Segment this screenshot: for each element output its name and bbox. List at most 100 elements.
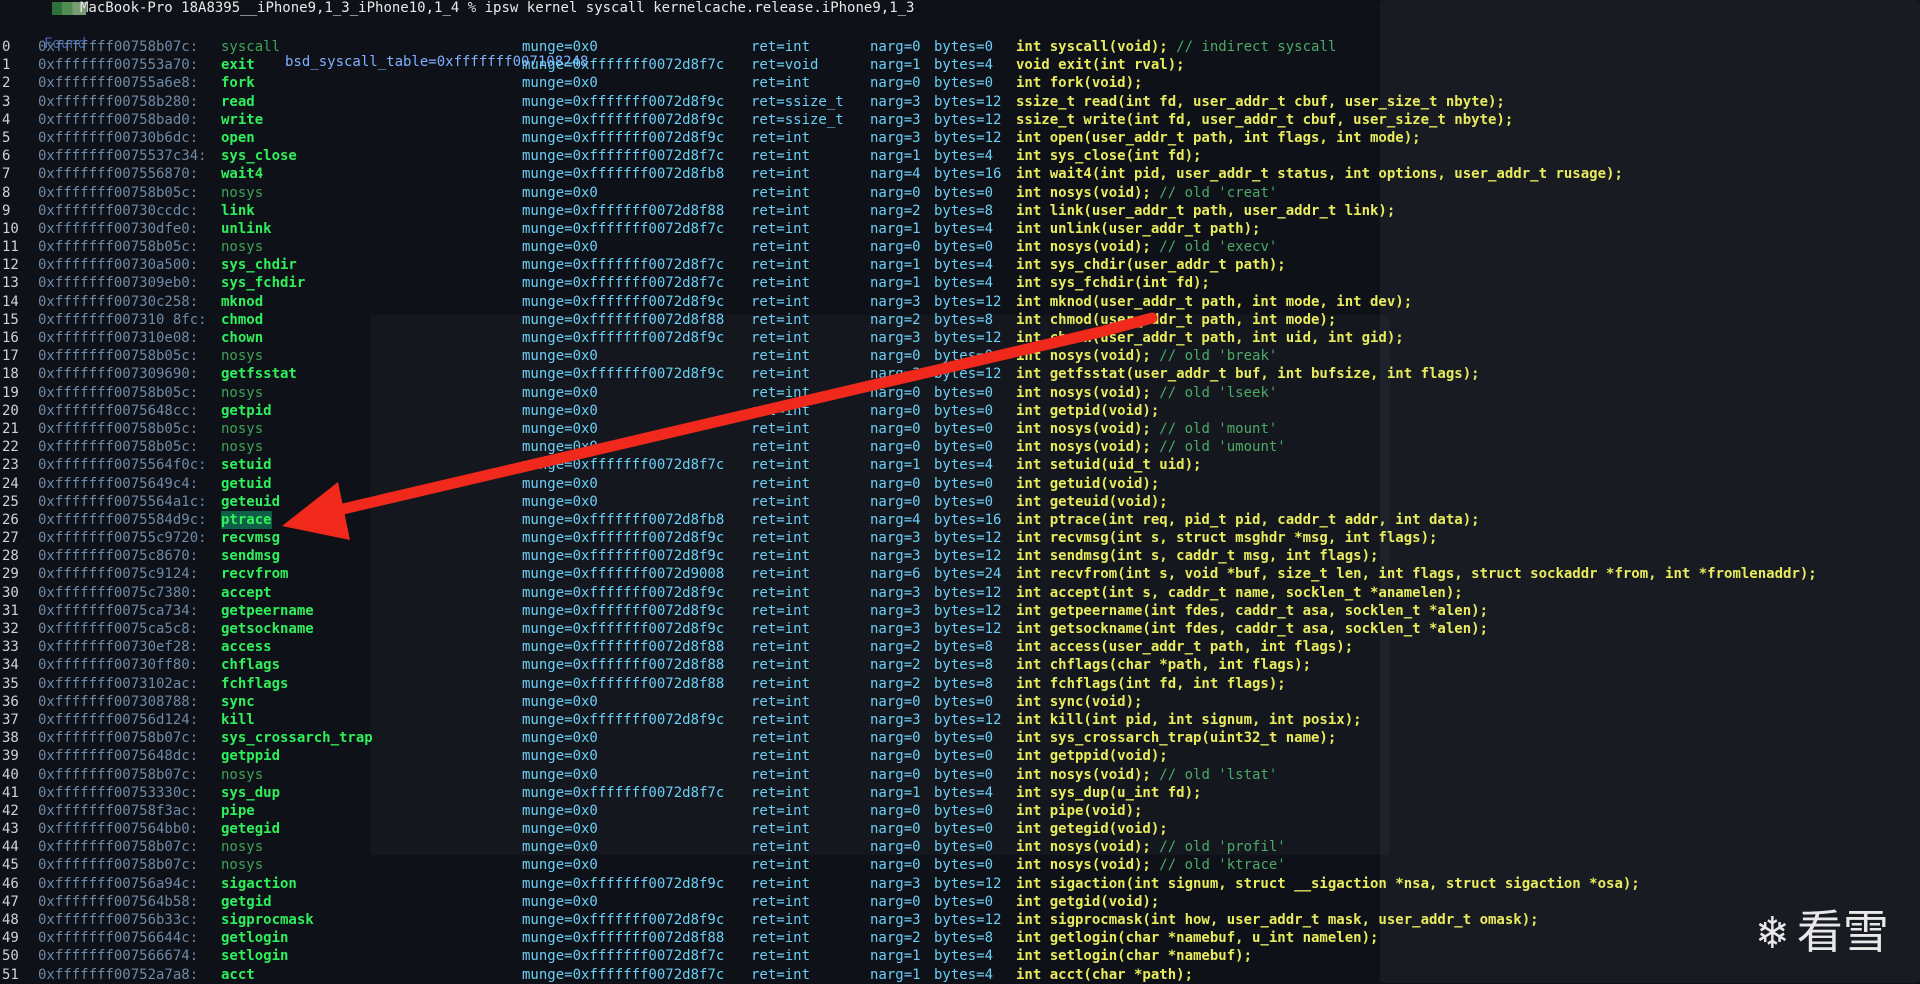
arg-count: narg=1 (870, 220, 921, 237)
prototype-text: int chown(user_addr_t path, int uid, int… (1016, 330, 1404, 346)
arg-bytes: bytes=12 (934, 293, 1002, 310)
return-type: ret=int (751, 311, 811, 328)
row-number: 28 (2, 548, 19, 565)
prototype-text: int sys_close(int fd); (1016, 148, 1202, 165)
arg-count: narg=1 (870, 948, 921, 965)
munge-value: munge=0x0 (522, 748, 598, 765)
syscall-prototype: int recvmsg(int s, struct msghdr *msg, i… (1016, 529, 1437, 547)
arg-count: narg=0 (870, 730, 921, 747)
row-number: 6 (2, 148, 11, 165)
watermark: ❄ 看雪 (1758, 908, 1889, 956)
prototype-text: int getlogin(char *namebuf, u_int namele… (1016, 930, 1379, 947)
prototype-text: int nosys(void); (1016, 348, 1160, 365)
arg-count: narg=1 (870, 457, 921, 474)
syscall-prototype: int sys_crossarch_trap(uint32_t name); (1016, 729, 1336, 747)
arg-count: narg=2 (870, 675, 921, 692)
munge-value: munge=0xfffffff0072d8f7c (522, 57, 725, 74)
return-type: ret=int (751, 748, 811, 765)
arg-bytes: bytes=0 (934, 384, 994, 401)
syscall-address: 0xfffffff0075649c4: (38, 475, 199, 492)
arg-bytes: bytes=12 (934, 366, 1002, 383)
prototype-text: int syscall(void); (1016, 39, 1177, 55)
arg-bytes: bytes=4 (934, 220, 994, 237)
syscall-address: 0xfffffff007564bb0: (38, 821, 199, 838)
arg-count: narg=3 (870, 621, 921, 637)
syscall-name: sendmsg (221, 548, 281, 565)
munge-value: munge=0x0 (522, 239, 598, 256)
arg-bytes: bytes=0 (934, 748, 994, 765)
prototype-text: int sys_chdir(user_addr_t path); (1016, 257, 1286, 274)
syscall-address: 0xfffffff0075c7380: (38, 584, 199, 601)
prototype-comment: // old 'creat' (1159, 184, 1278, 201)
syscall-prototype: int getfsstat(user_addr_t buf, int bufsi… (1016, 365, 1480, 383)
prototype-text: int chmod(user_addr_t path, int mode); (1016, 311, 1337, 328)
syscall-prototype: void exit(int rval); (1016, 56, 1185, 74)
command-text: ipsw kernel syscall kernelcache.release.… (484, 0, 915, 16)
munge-value: munge=0xfffffff0072d8f9c (522, 330, 725, 346)
arg-count: narg=1 (870, 784, 921, 801)
syscall-address: 0xfffffff00758b05c: (38, 420, 199, 437)
return-type: ret=int (751, 893, 811, 910)
row-number: 35 (2, 675, 19, 692)
arg-bytes: bytes=4 (934, 57, 994, 74)
syscall-name: sys_dup (221, 784, 281, 801)
prototype-text: ssize_t read(int fd, user_addr_t cbuf, u… (1016, 93, 1505, 110)
syscall-address: 0xfffffff00758b05c: (38, 184, 199, 201)
arg-count: narg=3 (870, 602, 921, 619)
arg-bytes: bytes=0 (934, 475, 994, 492)
return-type: ret=int (751, 420, 811, 437)
row-number: 44 (2, 839, 19, 856)
prototype-text: int nosys(void); (1016, 384, 1160, 401)
syscall-prototype: int setlogin(char *namebuf); (1016, 947, 1252, 965)
syscall-address: 0xfffffff007310e08: (38, 330, 199, 346)
prototype-text: int nosys(void); (1016, 439, 1160, 456)
syscall-prototype: int nosys(void); // old 'lseek' (1016, 384, 1277, 402)
syscall-address: 0xfffffff0073102ac: (38, 675, 199, 692)
arg-bytes: bytes=12 (934, 875, 1002, 892)
arg-count: narg=0 (870, 839, 921, 856)
syscall-address: 0xfffffff0075564f0c: (38, 457, 207, 474)
prototype-text: int access(user_addr_t path, int flags); (1016, 639, 1354, 656)
prototype-comment: // old 'mount' (1159, 420, 1278, 437)
syscall-address: 0xfffffff00756d124: (38, 711, 199, 728)
munge-value: munge=0x0 (522, 802, 598, 819)
prototype-text: int open(user_addr_t path, int flags, in… (1016, 129, 1421, 146)
arg-count: narg=3 (870, 530, 921, 547)
arg-count: narg=3 (870, 711, 921, 728)
munge-value: munge=0x0 (522, 184, 598, 201)
return-type: ret=int (751, 766, 811, 783)
syscall-address: 0xfffffff007566674: (38, 948, 199, 965)
prototype-text: int setuid(uid_t uid); (1016, 457, 1202, 474)
row-number: 22 (2, 439, 19, 456)
syscall-name: sync (221, 693, 255, 710)
arg-bytes: bytes=4 (934, 457, 994, 474)
syscall-address: 0xfffffff00730a500: (38, 257, 199, 274)
prototype-comment: // old 'profil' (1159, 839, 1286, 856)
arg-count: narg=1 (870, 57, 921, 74)
prototype-text: int recvmsg(int s, struct msghdr *msg, i… (1016, 530, 1438, 547)
syscall-address: 0xfffffff0075564a1c: (38, 493, 207, 510)
syscall-prototype: int fork(void); (1016, 74, 1142, 92)
arg-bytes: bytes=0 (934, 839, 994, 856)
prototype-comment: // old 'ktrace' (1159, 857, 1286, 874)
row-number: 50 (2, 948, 19, 965)
arg-count: narg=6 (870, 566, 921, 583)
munge-value: munge=0xfffffff0072d8fb8 (522, 511, 725, 528)
row-number: 29 (2, 566, 19, 583)
syscall-name: fork (221, 75, 255, 92)
syscall-prototype: int nosys(void); // old 'mount' (1016, 420, 1277, 438)
arg-count: narg=1 (870, 257, 921, 274)
prototype-text: int getppid(void); (1016, 748, 1168, 765)
arg-count: narg=3 (870, 548, 921, 565)
prototype-text: int nosys(void); (1016, 239, 1160, 256)
arg-bytes: bytes=16 (934, 511, 1002, 528)
prototype-text: int fchflags(int fd, int flags); (1016, 675, 1286, 692)
prototype-text: int recvfrom(int s, void *buf, size_t le… (1016, 566, 1817, 583)
arg-bytes: bytes=12 (934, 548, 1002, 565)
syscall-name: kill (221, 711, 255, 728)
arg-bytes: bytes=12 (934, 912, 1002, 928)
row-number: 0 (2, 39, 11, 55)
arg-count: narg=0 (870, 893, 921, 910)
syscall-prototype: int sys_dup(u_int fd); (1016, 784, 1201, 802)
return-type: ret=int (751, 348, 811, 365)
